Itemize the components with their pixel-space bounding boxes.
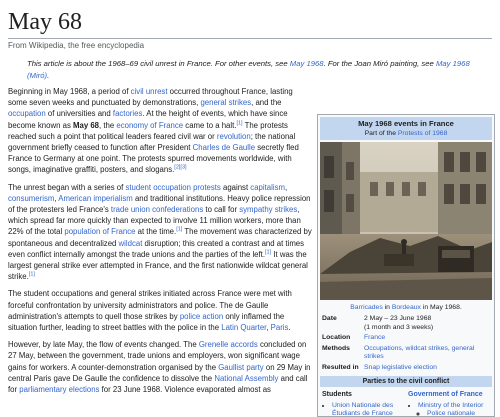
link-revolution[interactable]: revolution [217, 132, 251, 141]
infobox-photo-barricades[interactable] [320, 142, 492, 300]
link-paris[interactable]: Paris [271, 323, 289, 332]
text: at the time. [135, 227, 177, 237]
link-population-of-france[interactable]: population of France [64, 227, 135, 236]
link-parliamentary-elections[interactable]: parliamentary elections [19, 385, 99, 394]
date-label: Date [322, 315, 337, 322]
infobox-caption: Barricades in Bordeaux in May 1968. [320, 300, 492, 314]
link-latin-quarter[interactable]: Latin Quarter [221, 323, 266, 332]
text: Beginning in May 1968, a period of [8, 87, 131, 96]
methods-label: Methods [322, 344, 350, 352]
link-factories[interactable]: factories [113, 109, 142, 118]
infobox-row-date: Date 2 May – 23 June 1968 (1 month and 3 … [320, 314, 492, 333]
link-sympathy-strikes[interactable]: sympathy strikes [239, 205, 297, 214]
link-barricades[interactable]: Barricades [350, 304, 383, 311]
text: against [220, 182, 251, 192]
text: to call for [203, 205, 240, 215]
text: , the [99, 120, 117, 130]
government-sublist: Police nationale [418, 410, 490, 416]
infobox-row-methods: Methods Occupations, wildcat strikes, ge… [320, 344, 492, 363]
paragraph-2: The unrest began with a series of studen… [8, 182, 312, 283]
list-item: Union Nationale des Étudiants de France [332, 402, 404, 416]
link-bordeaux[interactable]: Bordeaux [392, 304, 421, 311]
paragraph-1: Beginning in May 1968, a period of civil… [8, 86, 312, 176]
date-duration: (1 month and 3 weeks) [364, 323, 434, 331]
text: of universities and [45, 109, 113, 119]
text: , and the [251, 98, 282, 108]
link-consumerism[interactable]: consumerism [8, 194, 54, 203]
page-subtitle: From Wikipedia, the free encyclopedia [8, 41, 145, 50]
link-trade-union-confederations[interactable]: trade union confederations [111, 205, 203, 214]
students-heading: Students [322, 390, 352, 398]
location-value: France [362, 333, 492, 344]
link-gaullist-party[interactable]: Gaullist party [218, 363, 264, 372]
text: in May 1968. [420, 304, 462, 311]
bold-term: May 68 [73, 120, 100, 130]
barricade-photo-image [320, 142, 492, 300]
text: came to a halt. [183, 120, 237, 130]
link-student-occupation-protests[interactable]: student occupation protests [125, 183, 220, 192]
hatnote-text: . For the Joan Miró painting, see [323, 59, 436, 68]
link-police-action[interactable]: police action [180, 312, 223, 321]
reference-link[interactable]: [2][3] [174, 165, 186, 171]
text: . [288, 323, 291, 333]
text: , [284, 182, 288, 192]
hatnote-text: . [47, 70, 50, 80]
link-ministry-of-interior[interactable]: Ministry of the Interior [418, 402, 483, 409]
text: in [382, 304, 392, 311]
list-item: Ministry of the Interior Police national… [418, 402, 490, 416]
infobox-section-parties: Parties to the civil conflict [320, 375, 492, 387]
infobox: May 1968 events in France Part of the Pr… [317, 114, 495, 417]
link-charles-de-gaulle[interactable]: Charles de Gaulle [193, 143, 255, 152]
infobox-row-location: Location France [320, 333, 492, 344]
link-national-assembly[interactable]: National Assembly [214, 374, 278, 383]
list-item: Police nationale [427, 410, 490, 416]
link-wildcat[interactable]: wildcat [119, 239, 143, 248]
link-methods[interactable]: Occupations, wildcat strikes, general st… [364, 345, 474, 361]
students-list: Union Nationale des Étudiants de France [322, 402, 404, 416]
link-snap-election[interactable]: Snap legislative election [364, 364, 437, 371]
link-economy-of-france[interactable]: economy of France [116, 121, 183, 130]
infobox-row-resulted-in: Resulted in Snap legislative election [320, 363, 492, 374]
infobox-title: May 1968 events in France [358, 119, 454, 128]
link-american-imperialism[interactable]: American imperialism [58, 194, 133, 203]
parties-columns: Students Union Nationale des Étudiants d… [320, 390, 492, 416]
infobox-header: May 1968 events in France Part of the Pr… [320, 117, 492, 140]
paragraph-3: The student occupations and general stri… [8, 288, 312, 333]
hatnote-text: This article is about the 1968–69 civil … [27, 59, 290, 68]
link-general-strikes[interactable]: general strikes [200, 98, 251, 107]
parties-right: Government of France Ministry of the Int… [406, 390, 492, 416]
hatnote: This article is about the 1968–69 civil … [27, 58, 487, 81]
methods-value: Occupations, wildcat strikes, general st… [362, 344, 492, 363]
link-france[interactable]: France [364, 334, 385, 341]
date-value: 2 May – 23 June 1968 (1 month and 3 weeks… [362, 314, 492, 333]
reference-link[interactable]: [1] [29, 272, 35, 278]
link-civil-unrest[interactable]: civil unrest [131, 87, 168, 96]
link-grenelle-accords[interactable]: Grenelle accords [199, 340, 258, 349]
hatnote-link-may-1968[interactable]: May 1968 [290, 59, 324, 68]
link-unef[interactable]: Union Nationale des Étudiants de France [332, 402, 393, 416]
link-protests-of-1968[interactable]: Protests of 1968 [398, 130, 448, 137]
text: However, by late May, the flow of events… [8, 340, 199, 350]
text: The unrest began with a series of [8, 182, 126, 192]
infobox-part-of: Part of the Protests of 1968 [320, 129, 492, 138]
government-list: Ministry of the Interior Police national… [408, 402, 490, 416]
parties-left: Students Union Nationale des Étudiants d… [320, 390, 406, 416]
paragraph-4: However, by late May, the flow of events… [8, 339, 312, 395]
link-capitalism[interactable]: capitalism [250, 183, 285, 192]
page-title: May 68 [8, 8, 492, 39]
link-police-nationale[interactable]: Police nationale [427, 410, 475, 416]
resulted-label: Resulted in [322, 363, 359, 371]
link-occupation[interactable]: occupation [8, 109, 46, 118]
text: Part of the [364, 130, 398, 137]
link-government-of-france[interactable]: Government of France [408, 391, 483, 398]
location-label: Location [322, 334, 351, 342]
article-body: Beginning in May 1968, a period of civil… [8, 86, 312, 401]
resulted-value: Snap legislative election [362, 363, 492, 374]
infobox-details: Date 2 May – 23 June 1968 (1 month and 3 … [320, 314, 492, 374]
text: for 23 June 1968. Violence evaporated al… [99, 385, 271, 395]
date-range: 2 May – 23 June 1968 [364, 315, 432, 322]
government-heading: Government of France [408, 390, 490, 399]
